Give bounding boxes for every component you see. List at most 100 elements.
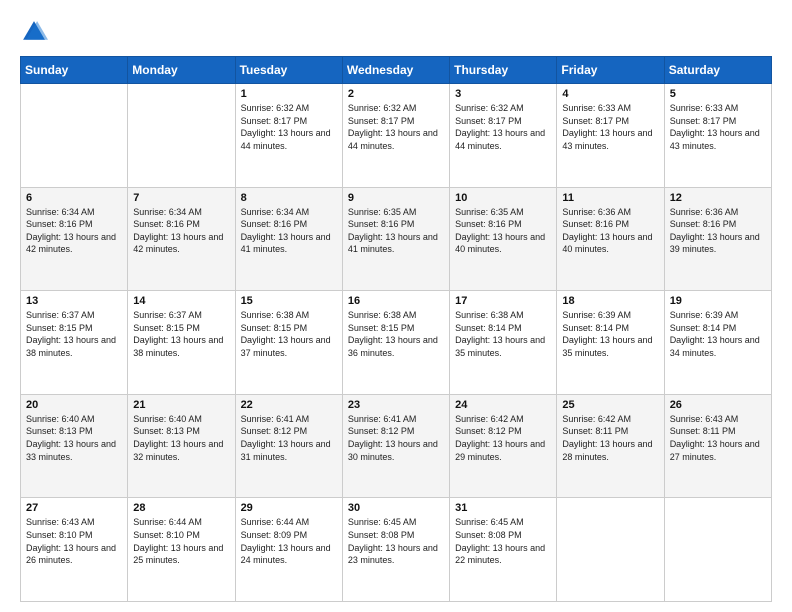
- day-number: 11: [562, 192, 658, 204]
- calendar-cell: 30 Sunrise: 6:45 AM Sunset: 8:08 PM Dayli…: [342, 498, 449, 602]
- day-number: 27: [26, 502, 122, 514]
- day-info: Sunrise: 6:37 AM Sunset: 8:15 PM Dayligh…: [133, 309, 229, 359]
- day-number: 24: [455, 399, 551, 411]
- calendar-cell: 5 Sunrise: 6:33 AM Sunset: 8:17 PM Daylig…: [664, 84, 771, 188]
- day-info: Sunrise: 6:42 AM Sunset: 8:11 PM Dayligh…: [562, 413, 658, 463]
- day-info: Sunrise: 6:40 AM Sunset: 8:13 PM Dayligh…: [26, 413, 122, 463]
- calendar-cell: 14 Sunrise: 6:37 AM Sunset: 8:15 PM Dayli…: [128, 291, 235, 395]
- calendar-cell: [21, 84, 128, 188]
- logo: [20, 18, 52, 46]
- calendar-cell: [128, 84, 235, 188]
- day-number: 31: [455, 502, 551, 514]
- day-info: Sunrise: 6:34 AM Sunset: 8:16 PM Dayligh…: [241, 206, 337, 256]
- calendar-cell: 1Sunrise: 6:32 AM Sunset: 8:17 PM Daylig…: [235, 84, 342, 188]
- weekday-header-monday: Monday: [128, 57, 235, 84]
- calendar-cell: 21 Sunrise: 6:40 AM Sunset: 8:13 PM Dayli…: [128, 394, 235, 498]
- week-row-2: 13Sunrise: 6:37 AM Sunset: 8:15 PM Dayli…: [21, 291, 772, 395]
- day-number: 15: [241, 295, 337, 307]
- weekday-header-tuesday: Tuesday: [235, 57, 342, 84]
- day-number: 26: [670, 399, 766, 411]
- day-info: Sunrise: 6:35 AM Sunset: 8:16 PM Dayligh…: [348, 206, 444, 256]
- day-number: 30: [348, 502, 444, 514]
- day-number: 14: [133, 295, 229, 307]
- calendar-cell: 11 Sunrise: 6:36 AM Sunset: 8:16 PM Dayli…: [557, 187, 664, 291]
- day-info: Sunrise: 6:34 AM Sunset: 8:16 PM Dayligh…: [133, 206, 229, 256]
- calendar-cell: 18Sunrise: 6:39 AM Sunset: 8:14 PM Dayli…: [557, 291, 664, 395]
- day-info: Sunrise: 6:44 AM Sunset: 8:09 PM Dayligh…: [241, 516, 337, 566]
- day-info: Sunrise: 6:45 AM Sunset: 8:08 PM Dayligh…: [348, 516, 444, 566]
- day-info: Sunrise: 6:40 AM Sunset: 8:13 PM Dayligh…: [133, 413, 229, 463]
- day-info: Sunrise: 6:33 AM Sunset: 8:17 PM Dayligh…: [670, 102, 766, 152]
- calendar-cell: 12Sunrise: 6:36 AM Sunset: 8:16 PM Dayli…: [664, 187, 771, 291]
- calendar-cell: 16 Sunrise: 6:38 AM Sunset: 8:15 PM Dayli…: [342, 291, 449, 395]
- day-number: 12: [670, 192, 766, 204]
- day-number: 21: [133, 399, 229, 411]
- weekday-header-friday: Friday: [557, 57, 664, 84]
- calendar-table: SundayMondayTuesdayWednesdayThursdayFrid…: [20, 56, 772, 602]
- day-number: 17: [455, 295, 551, 307]
- day-number: 20: [26, 399, 122, 411]
- day-number: 16: [348, 295, 444, 307]
- day-number: 25: [562, 399, 658, 411]
- calendar-cell: 6 Sunrise: 6:34 AM Sunset: 8:16 PM Daylig…: [21, 187, 128, 291]
- weekday-header-row: SundayMondayTuesdayWednesdayThursdayFrid…: [21, 57, 772, 84]
- day-number: 23: [348, 399, 444, 411]
- calendar-cell: 8 Sunrise: 6:34 AM Sunset: 8:16 PM Daylig…: [235, 187, 342, 291]
- day-number: 28: [133, 502, 229, 514]
- day-number: 6: [26, 192, 122, 204]
- calendar-cell: [557, 498, 664, 602]
- calendar-cell: 22 Sunrise: 6:41 AM Sunset: 8:12 PM Dayli…: [235, 394, 342, 498]
- week-row-1: 6 Sunrise: 6:34 AM Sunset: 8:16 PM Daylig…: [21, 187, 772, 291]
- page: SundayMondayTuesdayWednesdayThursdayFrid…: [0, 0, 792, 612]
- day-number: 3: [455, 88, 551, 100]
- day-info: Sunrise: 6:34 AM Sunset: 8:16 PM Dayligh…: [26, 206, 122, 256]
- day-number: 22: [241, 399, 337, 411]
- weekday-header-thursday: Thursday: [450, 57, 557, 84]
- weekday-header-wednesday: Wednesday: [342, 57, 449, 84]
- calendar-cell: 28 Sunrise: 6:44 AM Sunset: 8:10 PM Dayli…: [128, 498, 235, 602]
- day-info: Sunrise: 6:42 AM Sunset: 8:12 PM Dayligh…: [455, 413, 551, 463]
- day-info: Sunrise: 6:39 AM Sunset: 8:14 PM Dayligh…: [562, 309, 658, 359]
- calendar-cell: 25 Sunrise: 6:42 AM Sunset: 8:11 PM Dayli…: [557, 394, 664, 498]
- day-info: Sunrise: 6:32 AM Sunset: 8:17 PM Dayligh…: [241, 102, 337, 152]
- calendar-cell: 29 Sunrise: 6:44 AM Sunset: 8:09 PM Dayli…: [235, 498, 342, 602]
- calendar-cell: 23 Sunrise: 6:41 AM Sunset: 8:12 PM Dayli…: [342, 394, 449, 498]
- day-number: 5: [670, 88, 766, 100]
- day-info: Sunrise: 6:38 AM Sunset: 8:15 PM Dayligh…: [348, 309, 444, 359]
- calendar-cell: [664, 498, 771, 602]
- day-number: 8: [241, 192, 337, 204]
- day-info: Sunrise: 6:32 AM Sunset: 8:17 PM Dayligh…: [455, 102, 551, 152]
- calendar-cell: 15Sunrise: 6:38 AM Sunset: 8:15 PM Dayli…: [235, 291, 342, 395]
- day-info: Sunrise: 6:44 AM Sunset: 8:10 PM Dayligh…: [133, 516, 229, 566]
- day-number: 4: [562, 88, 658, 100]
- calendar-cell: 20 Sunrise: 6:40 AM Sunset: 8:13 PM Dayli…: [21, 394, 128, 498]
- day-info: Sunrise: 6:32 AM Sunset: 8:17 PM Dayligh…: [348, 102, 444, 152]
- day-number: 10: [455, 192, 551, 204]
- day-info: Sunrise: 6:43 AM Sunset: 8:11 PM Dayligh…: [670, 413, 766, 463]
- calendar-cell: 3 Sunrise: 6:32 AM Sunset: 8:17 PM Daylig…: [450, 84, 557, 188]
- day-info: Sunrise: 6:41 AM Sunset: 8:12 PM Dayligh…: [348, 413, 444, 463]
- day-number: 2: [348, 88, 444, 100]
- calendar-cell: 4Sunrise: 6:33 AM Sunset: 8:17 PM Daylig…: [557, 84, 664, 188]
- calendar-cell: 2 Sunrise: 6:32 AM Sunset: 8:17 PM Daylig…: [342, 84, 449, 188]
- week-row-0: 1Sunrise: 6:32 AM Sunset: 8:17 PM Daylig…: [21, 84, 772, 188]
- calendar-cell: 7 Sunrise: 6:34 AM Sunset: 8:16 PM Daylig…: [128, 187, 235, 291]
- day-info: Sunrise: 6:45 AM Sunset: 8:08 PM Dayligh…: [455, 516, 551, 566]
- day-info: Sunrise: 6:43 AM Sunset: 8:10 PM Dayligh…: [26, 516, 122, 566]
- calendar-cell: 13Sunrise: 6:37 AM Sunset: 8:15 PM Dayli…: [21, 291, 128, 395]
- day-info: Sunrise: 6:39 AM Sunset: 8:14 PM Dayligh…: [670, 309, 766, 359]
- day-info: Sunrise: 6:35 AM Sunset: 8:16 PM Dayligh…: [455, 206, 551, 256]
- day-info: Sunrise: 6:36 AM Sunset: 8:16 PM Dayligh…: [562, 206, 658, 256]
- day-number: 29: [241, 502, 337, 514]
- day-info: Sunrise: 6:41 AM Sunset: 8:12 PM Dayligh…: [241, 413, 337, 463]
- calendar-cell: 19 Sunrise: 6:39 AM Sunset: 8:14 PM Dayli…: [664, 291, 771, 395]
- day-number: 19: [670, 295, 766, 307]
- day-number: 7: [133, 192, 229, 204]
- day-info: Sunrise: 6:37 AM Sunset: 8:15 PM Dayligh…: [26, 309, 122, 359]
- week-row-4: 27 Sunrise: 6:43 AM Sunset: 8:10 PM Dayli…: [21, 498, 772, 602]
- calendar-cell: 17Sunrise: 6:38 AM Sunset: 8:14 PM Dayli…: [450, 291, 557, 395]
- week-row-3: 20 Sunrise: 6:40 AM Sunset: 8:13 PM Dayli…: [21, 394, 772, 498]
- calendar-cell: 9Sunrise: 6:35 AM Sunset: 8:16 PM Daylig…: [342, 187, 449, 291]
- calendar-cell: 26 Sunrise: 6:43 AM Sunset: 8:11 PM Dayli…: [664, 394, 771, 498]
- calendar-cell: 31 Sunrise: 6:45 AM Sunset: 8:08 PM Dayli…: [450, 498, 557, 602]
